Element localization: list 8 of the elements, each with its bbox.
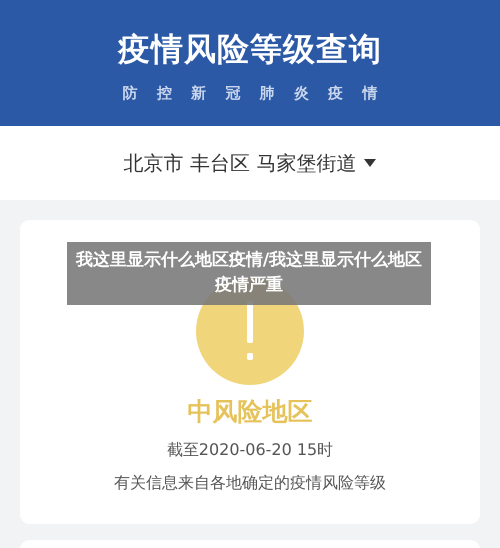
caption-banner: 我这里显示什么地区疫情/我这里显示什么地区疫情严重 — [67, 242, 431, 305]
caret-icon — [364, 159, 376, 167]
app-subtitle: 防 控 新 冠 肺 炎 疫 情 — [122, 84, 378, 103]
source-note: 有关信息来自各地确定的疫情风险等级 — [114, 473, 386, 494]
update-time: 截至2020-06-20 15时 — [166, 440, 334, 461]
app-title: 疫情风险等级查询 — [118, 29, 382, 70]
risk-level: 中风险地区 — [188, 396, 312, 428]
location-selector[interactable]: 北京市 丰台区 马家堡街道 — [124, 150, 376, 176]
